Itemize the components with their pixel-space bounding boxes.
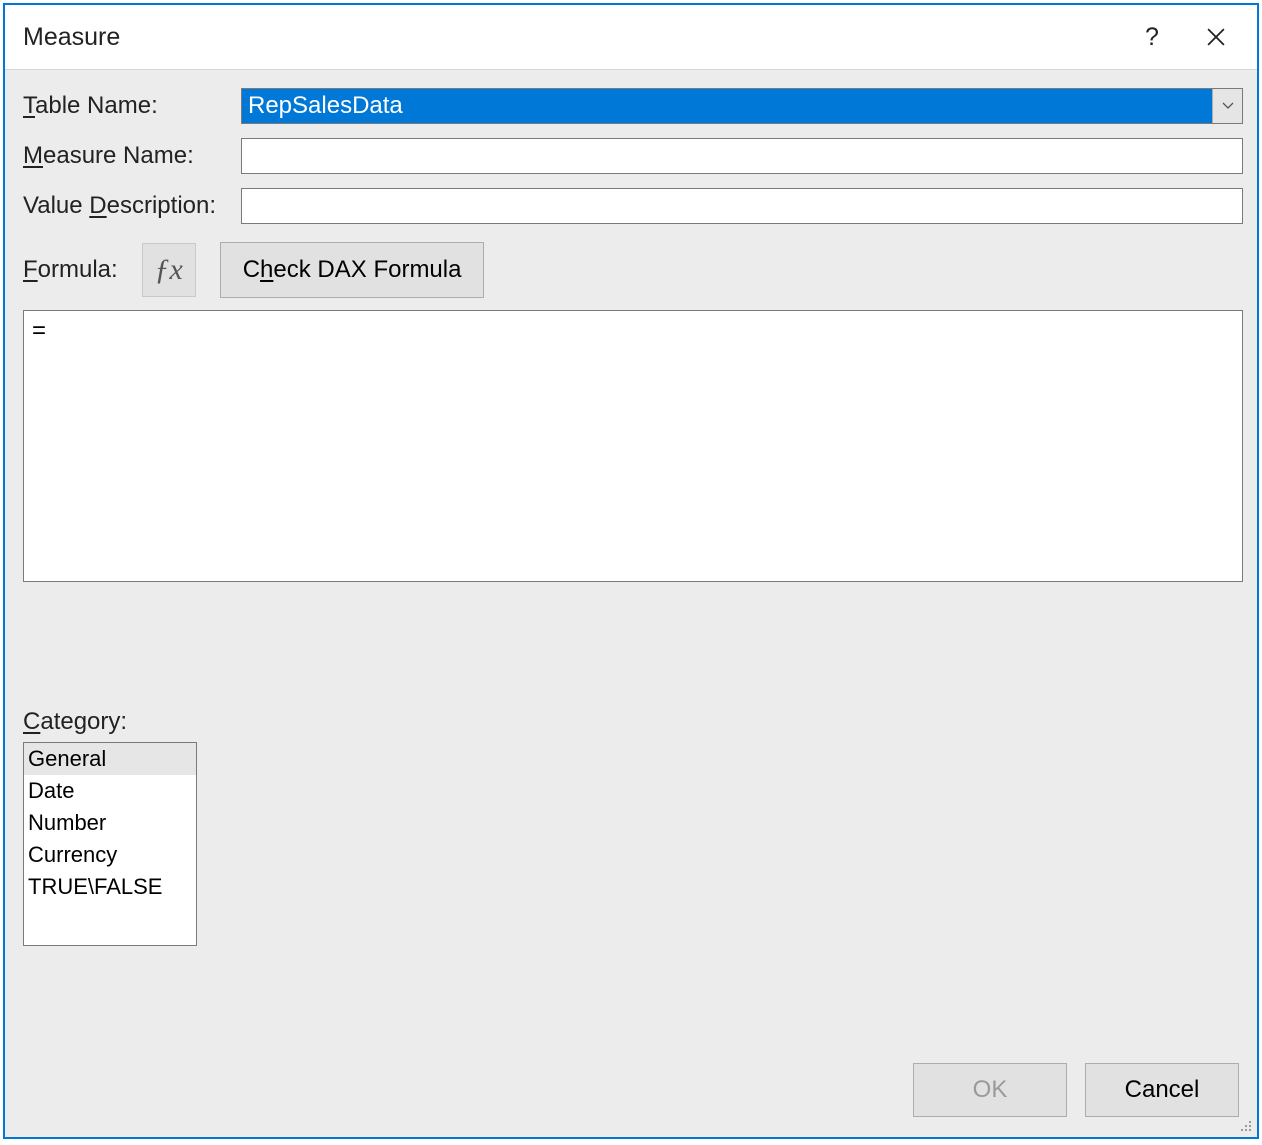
table-name-dropdown-button[interactable] (1212, 89, 1242, 123)
category-section: Category: GeneralDateNumberCurrencyTRUE\… (23, 708, 1243, 946)
formula-textarea[interactable] (23, 310, 1243, 582)
category-list[interactable]: GeneralDateNumberCurrencyTRUE\FALSE (23, 742, 197, 946)
ok-button[interactable]: OK (913, 1063, 1067, 1117)
dialog-title: Measure (23, 23, 1117, 52)
value-description-label: Value Description: (23, 192, 241, 220)
check-dax-button[interactable]: Check DAX Formula (220, 242, 485, 298)
category-item[interactable]: Number (24, 807, 196, 839)
title-bar: Measure ? (5, 5, 1257, 69)
resize-grip-icon[interactable] (1237, 1117, 1253, 1133)
table-name-value[interactable]: RepSalesData (242, 89, 1212, 123)
formula-toolbar: Formula: ƒx Check DAX Formula (23, 242, 1243, 298)
formula-label: Formula: (23, 256, 118, 284)
category-label: Category: (23, 708, 1243, 736)
cancel-button[interactable]: Cancel (1085, 1063, 1239, 1117)
help-button[interactable]: ? (1123, 15, 1181, 59)
measure-dialog: Measure ? Table Name: RepSalesData Measu… (3, 3, 1259, 1139)
table-name-combo[interactable]: RepSalesData (241, 88, 1243, 124)
fx-icon: ƒx (155, 253, 183, 287)
measure-name-row: Measure Name: (23, 138, 1243, 174)
table-name-label: Table Name: (23, 92, 241, 120)
chevron-down-icon (1222, 102, 1234, 110)
dialog-button-row: OK Cancel (913, 1063, 1239, 1117)
fx-button[interactable]: ƒx (142, 243, 196, 297)
measure-name-input[interactable] (241, 138, 1243, 174)
value-description-row: Value Description: (23, 188, 1243, 224)
close-button[interactable] (1187, 15, 1245, 59)
close-icon (1207, 28, 1225, 46)
measure-name-label: Measure Name: (23, 142, 241, 170)
category-item[interactable]: Date (24, 775, 196, 807)
help-icon: ? (1145, 23, 1159, 52)
value-description-input[interactable] (241, 188, 1243, 224)
table-name-row: Table Name: RepSalesData (23, 88, 1243, 124)
dialog-body: Table Name: RepSalesData Measure Name: V… (5, 69, 1257, 1137)
category-item[interactable]: Currency (24, 839, 196, 871)
category-item[interactable]: TRUE\FALSE (24, 871, 196, 903)
category-item[interactable]: General (24, 743, 196, 775)
